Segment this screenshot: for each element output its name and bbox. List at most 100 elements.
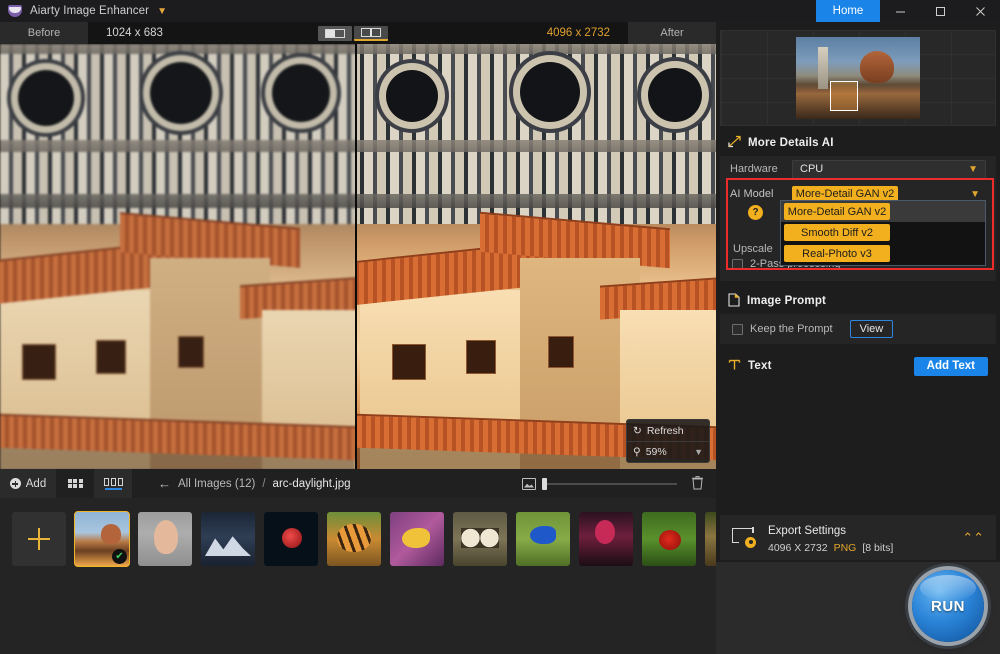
view-mode-toggle[interactable] xyxy=(317,25,388,41)
breadcrumb-all-images[interactable]: All Images (12) xyxy=(178,478,255,490)
chevron-down-icon: ▼ xyxy=(968,163,978,175)
refresh-button[interactable]: ↻ Refresh xyxy=(627,420,709,441)
ai-model-option[interactable]: More-Detail GAN v2 xyxy=(781,201,985,222)
image-prompt-header: Image Prompt xyxy=(716,288,1000,314)
section-title: Text xyxy=(748,360,772,372)
home-button[interactable]: Home xyxy=(816,0,880,22)
thumbnail-image xyxy=(138,512,192,566)
list-item[interactable] xyxy=(579,512,633,566)
list-item[interactable] xyxy=(516,512,570,566)
thumbnail-image xyxy=(201,512,255,566)
add-button[interactable]: Add xyxy=(0,469,56,498)
breadcrumb: ← All Images (12) / arc-daylight.jpg xyxy=(158,476,351,491)
compare-divider[interactable] xyxy=(355,44,357,469)
thumbnail-image xyxy=(453,512,507,566)
back-arrow-icon[interactable]: ← xyxy=(158,476,171,491)
ai-model-option-label: Smooth Diff v2 xyxy=(784,224,890,241)
filmstrip-panel: ✔ xyxy=(0,498,822,654)
thumbnail-image xyxy=(579,512,633,566)
after-dimensions: 4096 x 2732 xyxy=(546,27,611,39)
chevron-double-up-icon[interactable]: ⌃⌃ xyxy=(962,531,984,544)
export-bit-depth: [8 bits] xyxy=(862,542,894,554)
add-label: Add xyxy=(25,477,47,490)
thumbnail-image xyxy=(327,512,381,566)
keep-prompt-row[interactable]: Keep the Prompt View xyxy=(720,314,996,344)
hardware-value: CPU xyxy=(800,163,824,175)
document-icon xyxy=(728,292,740,310)
hardware-row: Hardware CPU ▼ xyxy=(720,156,996,182)
ai-model-dropdown[interactable]: More-Detail GAN v2 Smooth Diff v2 Real-P… xyxy=(780,200,986,266)
list-item[interactable] xyxy=(390,512,444,566)
run-button[interactable]: RUN xyxy=(912,570,984,642)
export-settings-title: Export Settings xyxy=(768,525,846,537)
plus-icon xyxy=(28,528,50,550)
upscale-label: Upscale xyxy=(733,243,773,255)
list-item[interactable] xyxy=(453,512,507,566)
close-icon[interactable] xyxy=(960,0,1000,22)
list-item[interactable] xyxy=(138,512,192,566)
trash-icon[interactable] xyxy=(691,475,704,493)
side-by-side-view-icon[interactable] xyxy=(353,25,388,41)
breadcrumb-separator: / xyxy=(262,477,266,490)
list-item[interactable] xyxy=(201,512,255,566)
thumbnail-size-slider[interactable] xyxy=(522,477,677,490)
keep-prompt-checkbox[interactable] xyxy=(732,323,743,335)
after-image xyxy=(357,44,716,469)
view-prompt-button[interactable]: View xyxy=(849,320,894,338)
thumbnail-image xyxy=(390,512,444,566)
aiarty-logo-icon xyxy=(7,3,23,19)
two-pass-checkbox[interactable] xyxy=(732,258,743,270)
thumbnail-image xyxy=(642,512,696,566)
zoom-level-control[interactable]: ⚲ 59% ▼ xyxy=(627,441,709,462)
app-window: Aiarty Image Enhancer ▼ Home Before 1024… xyxy=(0,0,1000,654)
list-item[interactable] xyxy=(327,512,381,566)
chevron-down-icon[interactable]: ▼ xyxy=(157,6,167,17)
section-title: More Details AI xyxy=(748,137,834,149)
filmstrip-view-icon[interactable] xyxy=(94,469,132,498)
navigator-image xyxy=(796,37,920,119)
chevron-down-icon[interactable]: ▼ xyxy=(970,189,980,200)
text-section-header: Text Add Text xyxy=(716,351,1000,381)
navigator-preview[interactable] xyxy=(720,30,996,126)
more-details-ai-icon xyxy=(728,135,741,151)
image-prompt-group: Keep the Prompt View xyxy=(720,314,996,344)
section-title: Image Prompt xyxy=(747,295,827,307)
more-details-ai-header: More Details AI xyxy=(716,130,1000,156)
check-circle-icon: ✔ xyxy=(112,549,127,564)
viewport-indicator[interactable] xyxy=(830,81,858,111)
before-image-pane[interactable] xyxy=(0,44,355,469)
add-text-button[interactable]: Add Text xyxy=(913,356,988,376)
image-size-icon xyxy=(522,477,536,490)
after-label: After xyxy=(628,22,717,44)
grid-view-icon[interactable] xyxy=(56,469,94,498)
add-image-tile[interactable] xyxy=(12,512,66,566)
slider-track[interactable] xyxy=(542,477,677,490)
ai-model-option[interactable]: Smooth Diff v2 xyxy=(781,222,985,243)
maximize-icon[interactable] xyxy=(920,0,960,22)
slider-handle[interactable] xyxy=(542,477,547,490)
split-view-icon[interactable] xyxy=(317,25,352,41)
list-item[interactable] xyxy=(264,512,318,566)
question-mark-icon[interactable]: ? xyxy=(748,205,763,220)
before-label: Before xyxy=(0,22,88,44)
refresh-icon: ↻ xyxy=(633,424,642,437)
keep-prompt-label: Keep the Prompt xyxy=(750,323,833,335)
list-item[interactable]: ✔ xyxy=(74,511,130,567)
hardware-select[interactable]: CPU ▼ xyxy=(792,159,986,179)
refresh-label: Refresh xyxy=(646,424,684,437)
before-dimensions: 1024 x 683 xyxy=(106,27,163,39)
breadcrumb-current-file: arc-daylight.jpg xyxy=(272,477,351,490)
image-compare-canvas[interactable]: ↻ Refresh ⚲ 59% ▼ xyxy=(0,44,716,469)
run-button-label: RUN xyxy=(931,597,965,615)
zoom-controls-popover[interactable]: ↻ Refresh ⚲ 59% ▼ xyxy=(626,419,710,463)
after-image-pane[interactable] xyxy=(357,44,716,469)
zoom-level-value: 59% xyxy=(645,446,667,458)
text-tool-icon xyxy=(728,358,741,374)
ai-model-option[interactable]: Real-Photo v3 xyxy=(781,243,985,264)
export-settings-card[interactable]: Export Settings 4096 X 2732 PNG [8 bits]… xyxy=(720,515,996,560)
minimize-icon[interactable] xyxy=(880,0,920,22)
list-item[interactable] xyxy=(642,512,696,566)
chevron-down-icon[interactable]: ▼ xyxy=(694,447,703,457)
viewer-toolbar: Before 1024 x 683 4096 x 2732 After xyxy=(0,22,717,44)
filmstrip-list: ✔ xyxy=(0,498,822,567)
